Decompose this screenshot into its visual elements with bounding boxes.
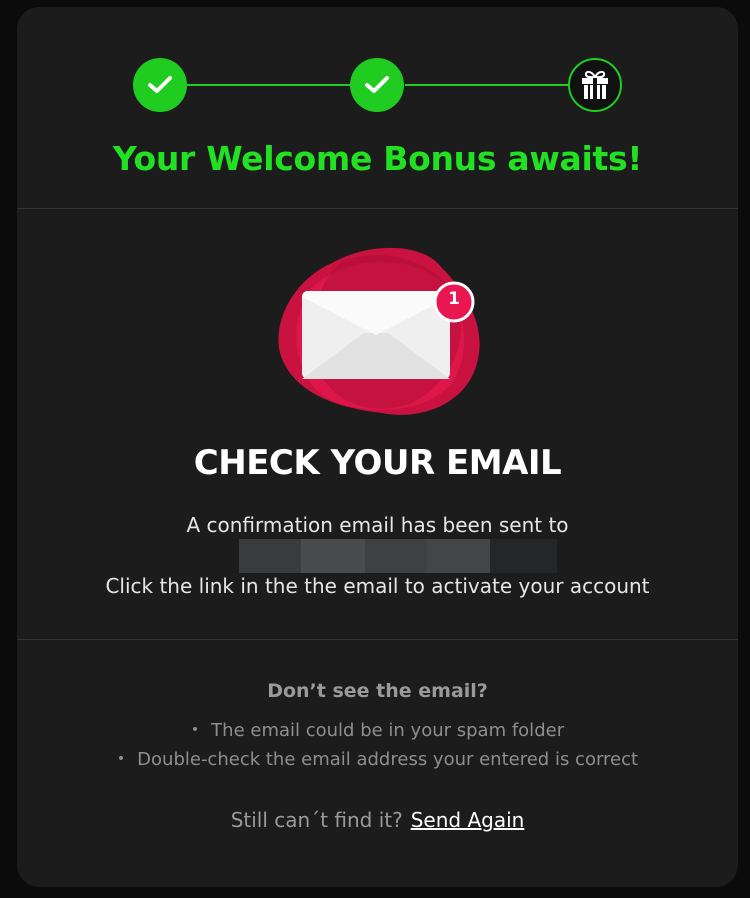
help-tips-list: The email could be in your spam folder D…: [17, 717, 738, 775]
step-3-bonus: [568, 58, 622, 112]
check-icon: [148, 76, 172, 93]
progress-connector: [405, 84, 568, 86]
redacted-email-address: [239, 539, 557, 573]
confirmation-sent-text: A confirmation email has been sent to: [186, 513, 569, 537]
activation-instruction: Click the link in the the email to activ…: [105, 574, 650, 598]
divider: [17, 639, 738, 640]
progress-connector: [187, 84, 350, 86]
resend-row: Still can´t find it? Send Again: [17, 808, 738, 832]
step-1-complete: [133, 58, 187, 112]
welcome-bonus-modal: Your Welcome Bonus awaits! 1 CHECK YOUR …: [17, 7, 738, 887]
welcome-bonus-title: Your Welcome Bonus awaits!: [112, 139, 643, 178]
tip-item: The email could be in your spam folder: [17, 717, 738, 746]
send-again-link[interactable]: Send Again: [411, 808, 525, 832]
notification-badge-count: 1: [448, 289, 460, 309]
check-email-heading: CHECK YOUR EMAIL: [193, 443, 562, 483]
help-title: Don’t see the email?: [267, 680, 488, 702]
progress-steps: [17, 7, 738, 137]
step-2-complete: [350, 58, 404, 112]
check-icon: [365, 76, 389, 93]
email-illustration: 1: [272, 243, 487, 418]
resend-prompt: Still can´t find it?: [230, 808, 403, 832]
gift-icon: [582, 70, 608, 99]
tip-item: Double-check the email address your ente…: [17, 746, 738, 775]
divider: [17, 208, 738, 209]
email-envelope-icon: [302, 291, 450, 379]
